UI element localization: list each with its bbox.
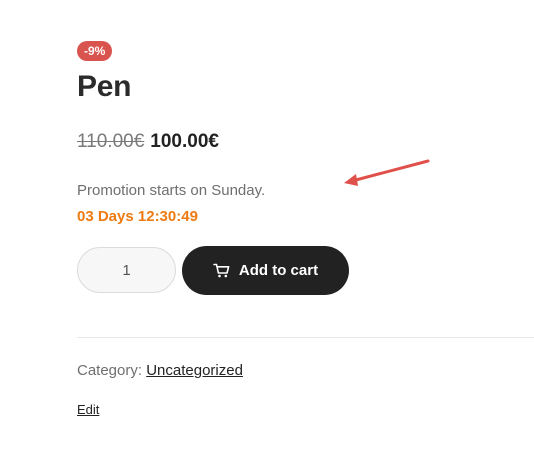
divider xyxy=(77,337,534,338)
quantity-input[interactable] xyxy=(77,247,176,293)
add-to-cart-label: Add to cart xyxy=(238,262,319,279)
product-title: Pen xyxy=(77,70,132,103)
category-meta: Category: Uncategorized xyxy=(77,362,243,379)
annotation-arrow-icon xyxy=(344,159,430,186)
discount-badge: -9% xyxy=(77,41,113,61)
edit-link[interactable]: Edit xyxy=(77,402,99,417)
cart-icon xyxy=(213,263,230,278)
old-price: 110.00€ xyxy=(77,131,145,152)
promotion-text: Promotion starts on Sunday. xyxy=(77,182,266,199)
add-to-cart-button[interactable]: Add to cart xyxy=(182,246,349,295)
category-label: Category: xyxy=(77,362,143,379)
price-row: 110.00€ 100.00€ xyxy=(77,131,219,153)
countdown-timer: 03 Days 12:30:49 xyxy=(77,208,198,225)
category-link[interactable]: Uncategorized xyxy=(146,362,243,379)
new-price: 100.00€ xyxy=(150,131,219,152)
